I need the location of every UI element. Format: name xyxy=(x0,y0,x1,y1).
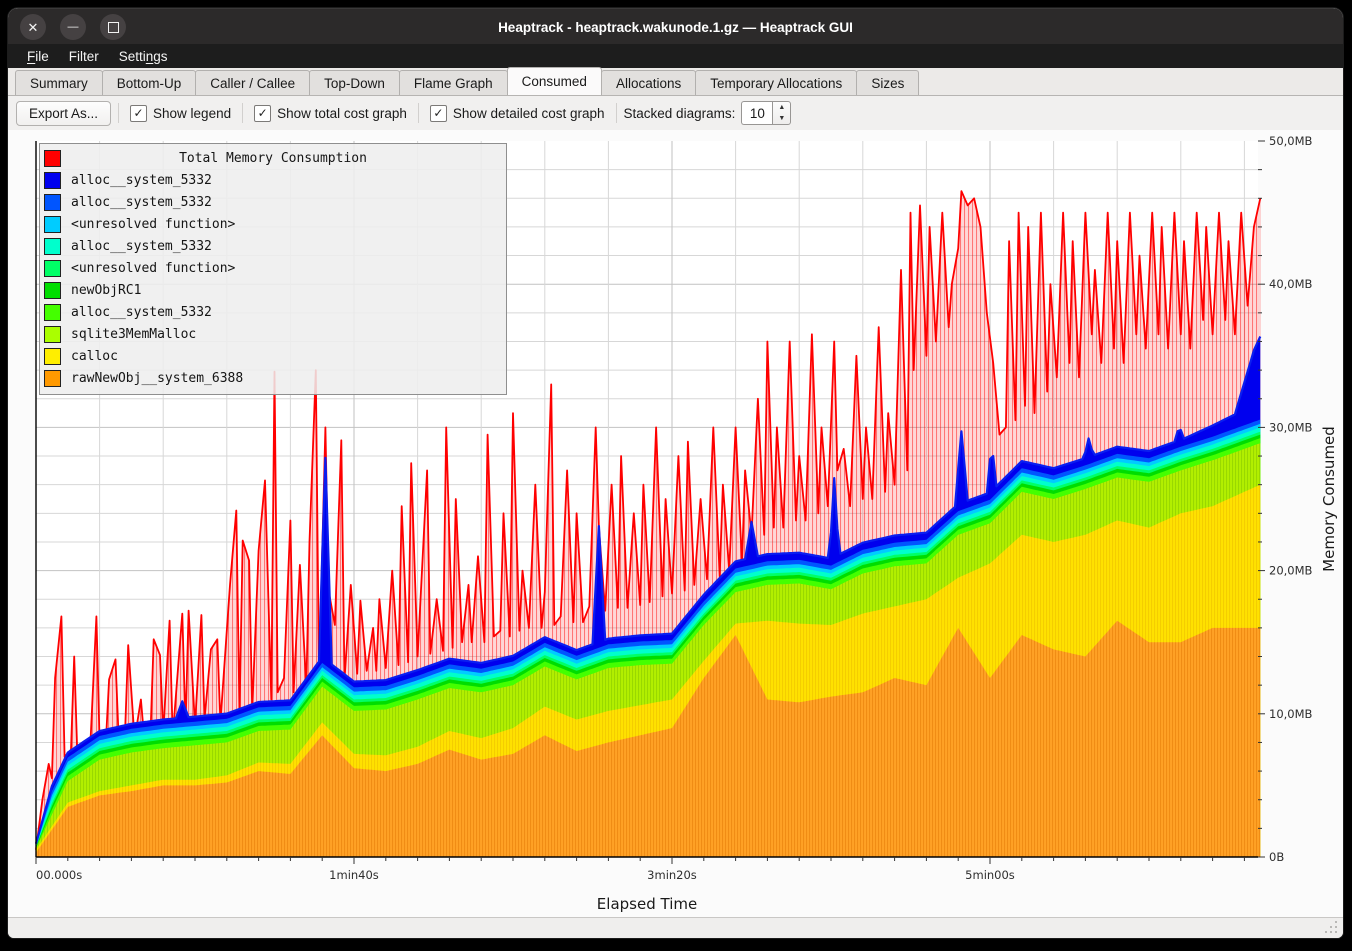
tab-temporary-allocations[interactable]: Temporary Allocations xyxy=(695,70,857,95)
legend-label: newObjRC1 xyxy=(71,283,141,298)
spinner-buttons: ▲ ▼ xyxy=(772,101,791,125)
tab-top-down[interactable]: Top-Down xyxy=(309,70,400,95)
heaptrack-window: ✕— Heaptrack - heaptrack.wakunode.1.gz —… xyxy=(8,8,1343,938)
tab-bar: SummaryBottom-UpCaller / CalleeTop-DownF… xyxy=(8,68,1343,96)
checkmark-icon: ✓ xyxy=(254,105,271,122)
legend-swatch xyxy=(44,326,61,343)
legend-row: alloc__system_5332 xyxy=(44,301,502,323)
spinner-down-icon[interactable]: ▼ xyxy=(773,113,790,124)
checkbox-label: Show legend xyxy=(153,106,231,121)
legend-row: <unresolved function> xyxy=(44,213,502,235)
legend-label: alloc__system_5332 xyxy=(71,195,212,210)
legend-row: alloc__system_5332 xyxy=(44,191,502,213)
checkbox-show-total-cost-graph[interactable]: ✓ Show total cost graph xyxy=(254,105,407,122)
y-tick-label: 40,0MB xyxy=(1269,277,1313,291)
legend-label: Total Memory Consumption xyxy=(71,151,475,166)
close-icon: ✕ xyxy=(28,21,39,34)
x-tick-label: 5min00s xyxy=(965,868,1015,882)
menu-bar: FileFilterSettings xyxy=(8,44,1343,68)
tab-bottom-up[interactable]: Bottom-Up xyxy=(102,70,197,95)
toolbar-separator xyxy=(616,103,617,123)
menu-filter[interactable]: Filter xyxy=(60,47,108,66)
legend-swatch xyxy=(44,216,61,233)
stacked-diagrams-value[interactable]: 10 xyxy=(741,101,772,125)
legend-label: alloc__system_5332 xyxy=(71,173,212,188)
y-tick-label: 0B xyxy=(1269,850,1284,864)
legend-swatch xyxy=(44,172,61,189)
stacked-diagrams-label: Stacked diagrams: xyxy=(624,106,736,121)
legend-row: calloc xyxy=(44,345,502,367)
minimize-button[interactable]: — xyxy=(60,14,86,40)
window-title: Heaptrack - heaptrack.wakunode.1.gz — He… xyxy=(8,9,1343,45)
y-tick-label: 30,0MB xyxy=(1269,420,1313,434)
tab-summary[interactable]: Summary xyxy=(15,70,103,95)
y-axis-title: Memory Consumed xyxy=(1320,426,1338,572)
checkmark-icon: ✓ xyxy=(430,105,447,122)
legend-swatch xyxy=(44,194,61,211)
legend-row: alloc__system_5332 xyxy=(44,169,502,191)
minimize-icon: — xyxy=(68,22,79,33)
legend-swatch xyxy=(44,304,61,321)
x-tick-label: 00.000s xyxy=(36,868,82,882)
spinner-up-icon[interactable]: ▲ xyxy=(773,102,790,113)
legend-label: alloc__system_5332 xyxy=(71,305,212,320)
checkbox-label: Show detailed cost graph xyxy=(453,106,605,121)
export-as-button[interactable]: Export As... xyxy=(16,101,111,126)
checkbox-show-detailed-cost-graph[interactable]: ✓ Show detailed cost graph xyxy=(430,105,605,122)
toolbar-separator xyxy=(418,103,419,123)
maximize-icon xyxy=(108,22,119,33)
legend-swatch xyxy=(44,348,61,365)
menu-settings[interactable]: Settings xyxy=(110,47,177,66)
legend-swatch xyxy=(44,370,61,387)
maximize-button[interactable] xyxy=(100,14,126,40)
legend-swatch xyxy=(44,260,61,277)
tab-sizes[interactable]: Sizes xyxy=(856,70,919,95)
resize-grip-icon[interactable] xyxy=(1325,921,1339,935)
toolbar: Export As... ✓ Show legend ✓ Show total cos… xyxy=(8,96,1343,130)
checkbox-show-legend[interactable]: ✓ Show legend xyxy=(130,105,231,122)
x-axis-title: Elapsed Time xyxy=(597,895,697,913)
y-tick-label: 10,0MB xyxy=(1269,707,1313,721)
legend-label: <unresolved function> xyxy=(71,261,235,276)
toolbar-checkboxes: ✓ Show legend ✓ Show total cost graph ✓ Show … xyxy=(126,103,609,123)
legend-label: calloc xyxy=(71,349,118,364)
close-button[interactable]: ✕ xyxy=(20,14,46,40)
x-tick-label: 1min40s xyxy=(329,868,379,882)
legend-swatch xyxy=(44,238,61,255)
chart-legend: Total Memory Consumption alloc__system_53… xyxy=(39,143,507,395)
legend-row: Total Memory Consumption xyxy=(44,147,502,169)
y-tick-label: 50,0MB xyxy=(1269,134,1313,148)
legend-swatch xyxy=(44,150,61,167)
title-bar[interactable]: ✕— Heaptrack - heaptrack.wakunode.1.gz —… xyxy=(8,8,1343,45)
legend-row: rawNewObj__system_6388 xyxy=(44,367,502,389)
legend-row: sqlite3MemMalloc xyxy=(44,323,502,345)
tab-caller-callee[interactable]: Caller / Callee xyxy=(195,70,310,95)
legend-swatch xyxy=(44,282,61,299)
checkmark-icon: ✓ xyxy=(130,105,147,122)
y-tick-label: 20,0MB xyxy=(1269,564,1313,578)
legend-label: rawNewObj__system_6388 xyxy=(71,371,243,386)
legend-label: alloc__system_5332 xyxy=(71,239,212,254)
toolbar-separator xyxy=(242,103,243,123)
legend-label: <unresolved function> xyxy=(71,217,235,232)
tab-consumed[interactable]: Consumed xyxy=(507,67,602,95)
memory-consumption-chart[interactable]: 0B 10,0MB 20,0MB 30,0MB 40,0MB 50,0MB 00.000s 1… xyxy=(8,130,1343,918)
tab-allocations[interactable]: Allocations xyxy=(601,70,696,95)
toolbar-separator xyxy=(118,103,119,123)
stacked-diagrams-stepper[interactable]: 10 ▲ ▼ xyxy=(741,101,791,125)
legend-row: alloc__system_5332 xyxy=(44,235,502,257)
menu-file[interactable]: File xyxy=(18,47,58,66)
legend-row: newObjRC1 xyxy=(44,279,502,301)
legend-label: sqlite3MemMalloc xyxy=(71,327,196,342)
window-controls: ✕— xyxy=(20,14,126,40)
checkbox-label: Show total cost graph xyxy=(277,106,407,121)
tab-flame-graph[interactable]: Flame Graph xyxy=(399,70,508,95)
status-bar xyxy=(8,917,1343,938)
x-tick-label: 3min20s xyxy=(647,868,697,882)
legend-row: <unresolved function> xyxy=(44,257,502,279)
